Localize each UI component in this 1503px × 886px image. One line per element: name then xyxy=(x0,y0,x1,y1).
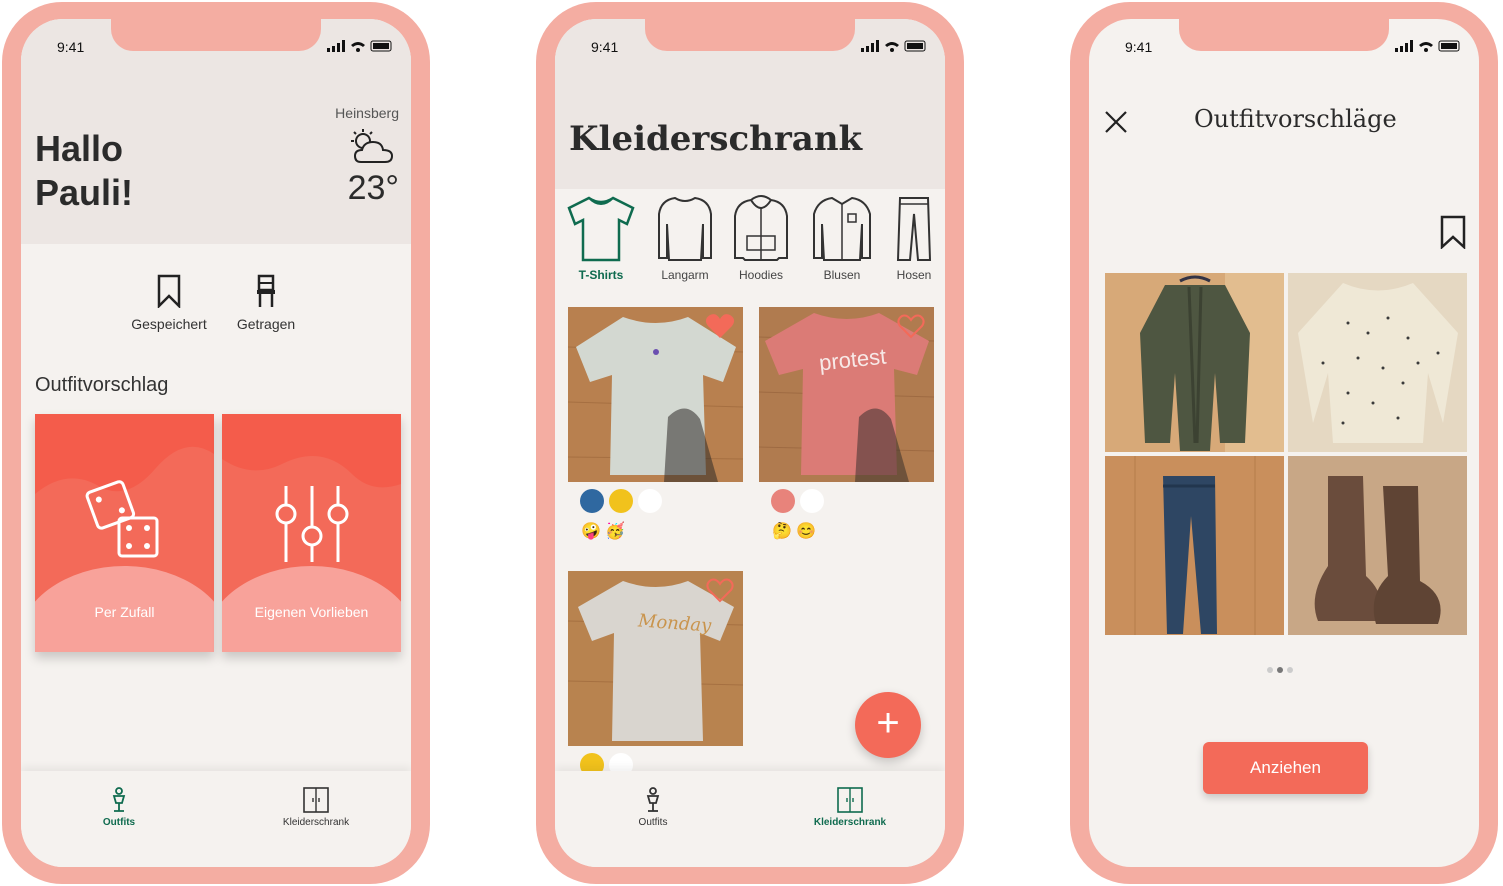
random-card-label: Per Zufall xyxy=(94,604,155,620)
blouse-photo xyxy=(1288,273,1467,452)
pants-icon xyxy=(896,197,932,261)
greeting: Hallo Pauli! xyxy=(35,127,133,215)
pager-dots xyxy=(1267,660,1297,678)
outfit-item-blouse xyxy=(1288,273,1467,452)
favorite-heart-outline-icon[interactable] xyxy=(896,313,926,339)
status-time: 9:41 xyxy=(57,39,85,55)
tab-outfits[interactable]: Outfits xyxy=(593,787,713,828)
category-pants-label: Hosen xyxy=(896,268,932,282)
mannequin-icon xyxy=(112,787,126,812)
greeting-line-2: Pauli! xyxy=(35,172,134,213)
section-title: Outfitvorschlag xyxy=(35,374,169,396)
worn-button[interactable]: Getragen xyxy=(226,274,306,332)
tshirt-icon xyxy=(567,196,635,262)
favorite-heart-icon[interactable] xyxy=(705,313,735,339)
pager-dot xyxy=(1287,667,1293,673)
status-icons xyxy=(861,40,926,52)
tab-bar: Outfits Kleiderschrank xyxy=(555,771,945,867)
jeans-photo xyxy=(1105,456,1284,635)
status-time: 9:41 xyxy=(591,39,619,55)
saved-button[interactable]: Gespeichert xyxy=(129,274,209,332)
category-longsleeve[interactable]: Langarm xyxy=(649,194,721,282)
wardrobe-icon xyxy=(303,787,329,813)
status-time: 9:41 xyxy=(1125,39,1153,55)
tab-outfits-label: Outfits xyxy=(638,817,668,828)
tab-outfits-label: Outfits xyxy=(102,817,136,828)
item-color-dots xyxy=(580,489,667,513)
bookmark-icon xyxy=(157,274,181,308)
color-dot xyxy=(638,489,662,513)
category-tshirts-label: T-Shirts xyxy=(578,268,624,282)
blouse-icon xyxy=(813,196,871,261)
color-dot xyxy=(771,489,795,513)
item-mood-emojis: 🤔 😊 xyxy=(772,523,817,540)
color-dot xyxy=(800,489,824,513)
tab-wardrobe-label: Kleiderschrank xyxy=(813,817,887,828)
partly-cloudy-icon xyxy=(351,129,394,163)
longsleeve-icon xyxy=(658,196,712,261)
tab-wardrobe-label: Kleiderschrank xyxy=(282,817,350,828)
wardrobe-icon xyxy=(837,787,863,813)
phone-wardrobe: 9:41 Kleiderschrank T-Shirts Langarm Hoo… xyxy=(536,2,964,884)
page-title: Outfitvorschläge xyxy=(1194,105,1397,133)
category-tshirts[interactable]: T-Shirts xyxy=(565,194,637,282)
home-screen: 9:41 Hallo Pauli! Heinsberg 23° Gespeich… xyxy=(21,19,411,867)
pager-dot-active xyxy=(1277,667,1283,673)
bookmark-icon[interactable] xyxy=(1439,215,1467,249)
status-icons xyxy=(327,40,392,52)
category-hoodies-label: Hoodies xyxy=(738,268,784,282)
random-outfit-card[interactable]: Per Zufall xyxy=(35,414,214,652)
outfit-item-boots xyxy=(1288,456,1467,635)
category-longsleeve-label: Langarm xyxy=(661,268,709,282)
wardrobe-item-photo[interactable]: Monday xyxy=(568,571,743,746)
worn-label: Getragen xyxy=(236,316,296,332)
chair-icon xyxy=(257,274,275,307)
add-item-button[interactable]: + xyxy=(855,692,921,758)
weather-city: Heinsberg xyxy=(335,105,399,121)
category-hoodies[interactable]: Hoodies xyxy=(725,194,797,282)
greeting-line-1: Hallo xyxy=(35,128,124,169)
color-dot xyxy=(580,489,604,513)
category-blouses-label: Blusen xyxy=(823,268,861,282)
wardrobe-item-photo[interactable]: protest xyxy=(759,307,934,482)
preferences-card-label: Eigenen Vorlieben xyxy=(254,604,369,620)
temperature: 23° xyxy=(347,169,399,207)
pager-dot xyxy=(1267,667,1273,673)
favorite-heart-outline-icon[interactable] xyxy=(705,577,735,603)
category-pants[interactable]: Hosen xyxy=(879,194,945,282)
status-icons xyxy=(1395,40,1460,52)
close-icon[interactable] xyxy=(1103,109,1129,135)
outfit-item-cardigan xyxy=(1105,273,1284,452)
tab-wardrobe[interactable]: Kleiderschrank xyxy=(790,787,910,828)
category-blouses[interactable]: Blusen xyxy=(806,194,878,282)
notch xyxy=(111,19,321,51)
hoodie-icon xyxy=(734,195,788,261)
preferences-card[interactable]: Eigenen Vorlieben xyxy=(222,414,401,652)
mannequin-icon xyxy=(646,787,660,812)
dice-icon xyxy=(35,474,214,569)
phone-home: 9:41 Hallo Pauli! Heinsberg 23° Gespeich… xyxy=(2,2,430,884)
tab-wardrobe[interactable]: Kleiderschrank xyxy=(256,787,376,828)
notch xyxy=(645,19,855,51)
wardrobe-screen: 9:41 Kleiderschrank T-Shirts Langarm Hoo… xyxy=(555,19,945,867)
boots-photo xyxy=(1288,456,1467,635)
wardrobe-item-photo[interactable] xyxy=(568,307,743,482)
item-color-dots xyxy=(771,489,829,513)
color-dot xyxy=(609,489,633,513)
item-mood-emojis: 🤪 🥳 xyxy=(581,523,626,540)
wear-button[interactable]: Anziehen xyxy=(1203,742,1368,794)
saved-label: Gespeichert xyxy=(131,316,207,332)
notch xyxy=(1179,19,1389,51)
phone-suggestions: 9:41 Outfitvorschläge Anziehen xyxy=(1070,2,1498,884)
tab-outfits[interactable]: Outfits xyxy=(59,787,179,828)
sliders-icon xyxy=(222,484,401,569)
tab-bar: Outfits Kleiderschrank xyxy=(21,771,411,867)
outfit-item-jeans xyxy=(1105,456,1284,635)
suggestions-screen: 9:41 Outfitvorschläge Anziehen xyxy=(1089,19,1479,867)
page-title: Kleiderschrank xyxy=(569,119,863,159)
cardigan-photo xyxy=(1105,273,1284,452)
